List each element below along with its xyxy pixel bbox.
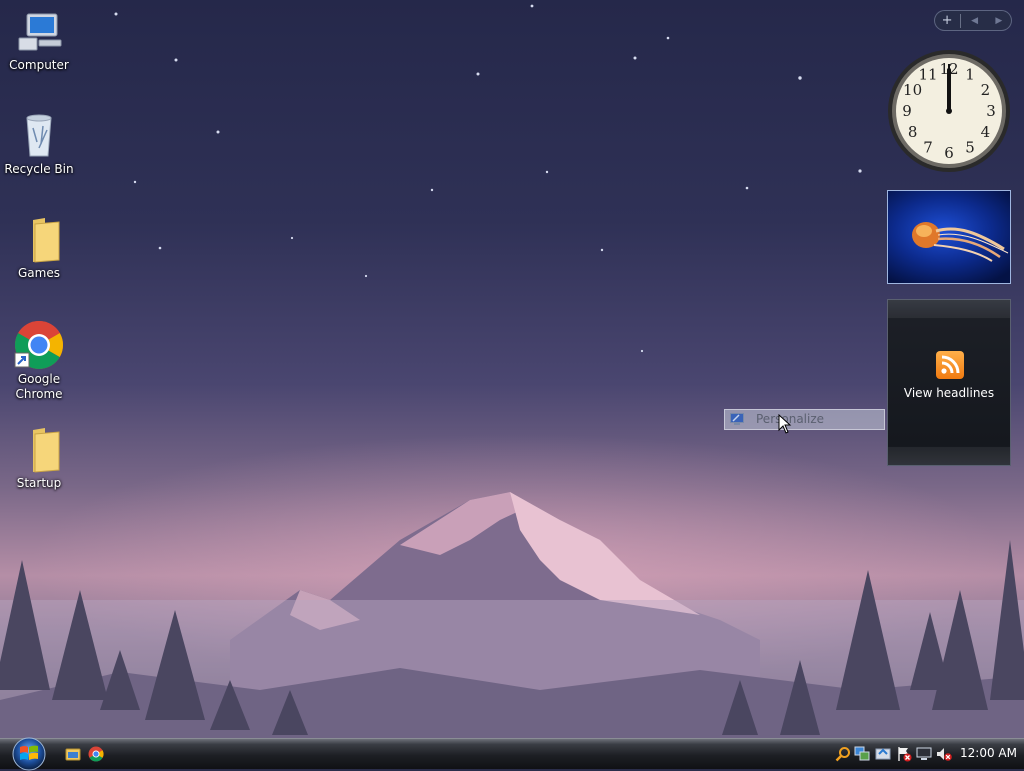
taskbar: 12:00 AM	[0, 735, 1024, 771]
search-icon[interactable]	[835, 746, 851, 762]
desktop-icon-label: Google Chrome	[15, 372, 63, 401]
recycle-bin-icon	[26, 114, 52, 157]
gadget-toolbar: + ◀ ▶	[934, 10, 1012, 31]
desktop-icon-label: Games	[18, 266, 60, 280]
feed-headlines-gadget[interactable]: View headlines	[887, 299, 1011, 466]
update-icon[interactable]	[875, 746, 891, 762]
chrome-icon	[14, 320, 64, 370]
rss-icon	[936, 351, 964, 379]
add-gadget-button[interactable]: +	[936, 13, 958, 28]
network-icon[interactable]	[854, 746, 870, 762]
taskbar-clock[interactable]: 12:00 AM	[960, 746, 1017, 760]
mouse-cursor-icon	[778, 414, 792, 434]
clock-numeral: 10	[903, 81, 922, 99]
folder-icon	[33, 428, 60, 473]
volume-muted-icon[interactable]	[936, 746, 952, 762]
desktop-icon-computer[interactable]: Computer	[0, 8, 78, 73]
clock-numeral: 2	[981, 81, 991, 99]
desktop-icon-recycle-bin[interactable]: Recycle Bin	[0, 112, 78, 177]
personalize-icon	[730, 413, 744, 425]
view-headlines-link[interactable]: View headlines	[888, 386, 1010, 400]
desktop[interactable]: Computer Recycle Bin Games Google Chrome	[0, 0, 1024, 738]
clock-numeral: 5	[965, 138, 975, 156]
clock-numeral: 6	[944, 144, 954, 162]
clock-numeral: 11	[918, 66, 937, 84]
jellyfish-photo	[912, 222, 1009, 262]
toolbar-divider	[960, 13, 962, 28]
gadget-header-bar	[888, 300, 1010, 318]
wallpaper	[0, 4, 1024, 738]
desktop-icon-label: Startup	[16, 476, 62, 490]
clock-numeral: 1	[965, 66, 975, 84]
gadget-footer-bar	[888, 447, 1010, 465]
folder-icon	[33, 218, 60, 263]
desktop-icon-label: Recycle Bin	[4, 162, 74, 176]
clock-numeral: 4	[981, 123, 991, 141]
next-page-button[interactable]: ▶	[988, 16, 1010, 26]
computer-icon	[18, 13, 62, 51]
chrome-icon[interactable]	[88, 746, 104, 762]
desktop-icon-google-chrome[interactable]: Google Chrome	[0, 320, 78, 402]
action-center-icon[interactable]	[896, 746, 912, 762]
clock-numeral: 3	[986, 102, 996, 120]
desktop-icon-startup[interactable]: Startup	[0, 426, 78, 491]
desktop-icon-label: Computer	[9, 58, 69, 72]
previous-page-button[interactable]: ◀	[964, 16, 986, 26]
desktop-icon-games[interactable]: Games	[0, 216, 78, 281]
clock-numeral: 8	[908, 123, 918, 141]
context-menu-personalize[interactable]: Personalize	[724, 409, 885, 430]
start-orb-icon[interactable]	[8, 735, 50, 771]
clock-numeral: 7	[923, 138, 933, 156]
display-icon[interactable]	[916, 746, 932, 762]
slideshow-gadget[interactable]	[887, 190, 1011, 284]
clock-numeral: 9	[902, 102, 912, 120]
clock-gadget[interactable]: 121234567891011	[886, 48, 1012, 174]
explorer-icon[interactable]	[65, 746, 81, 762]
